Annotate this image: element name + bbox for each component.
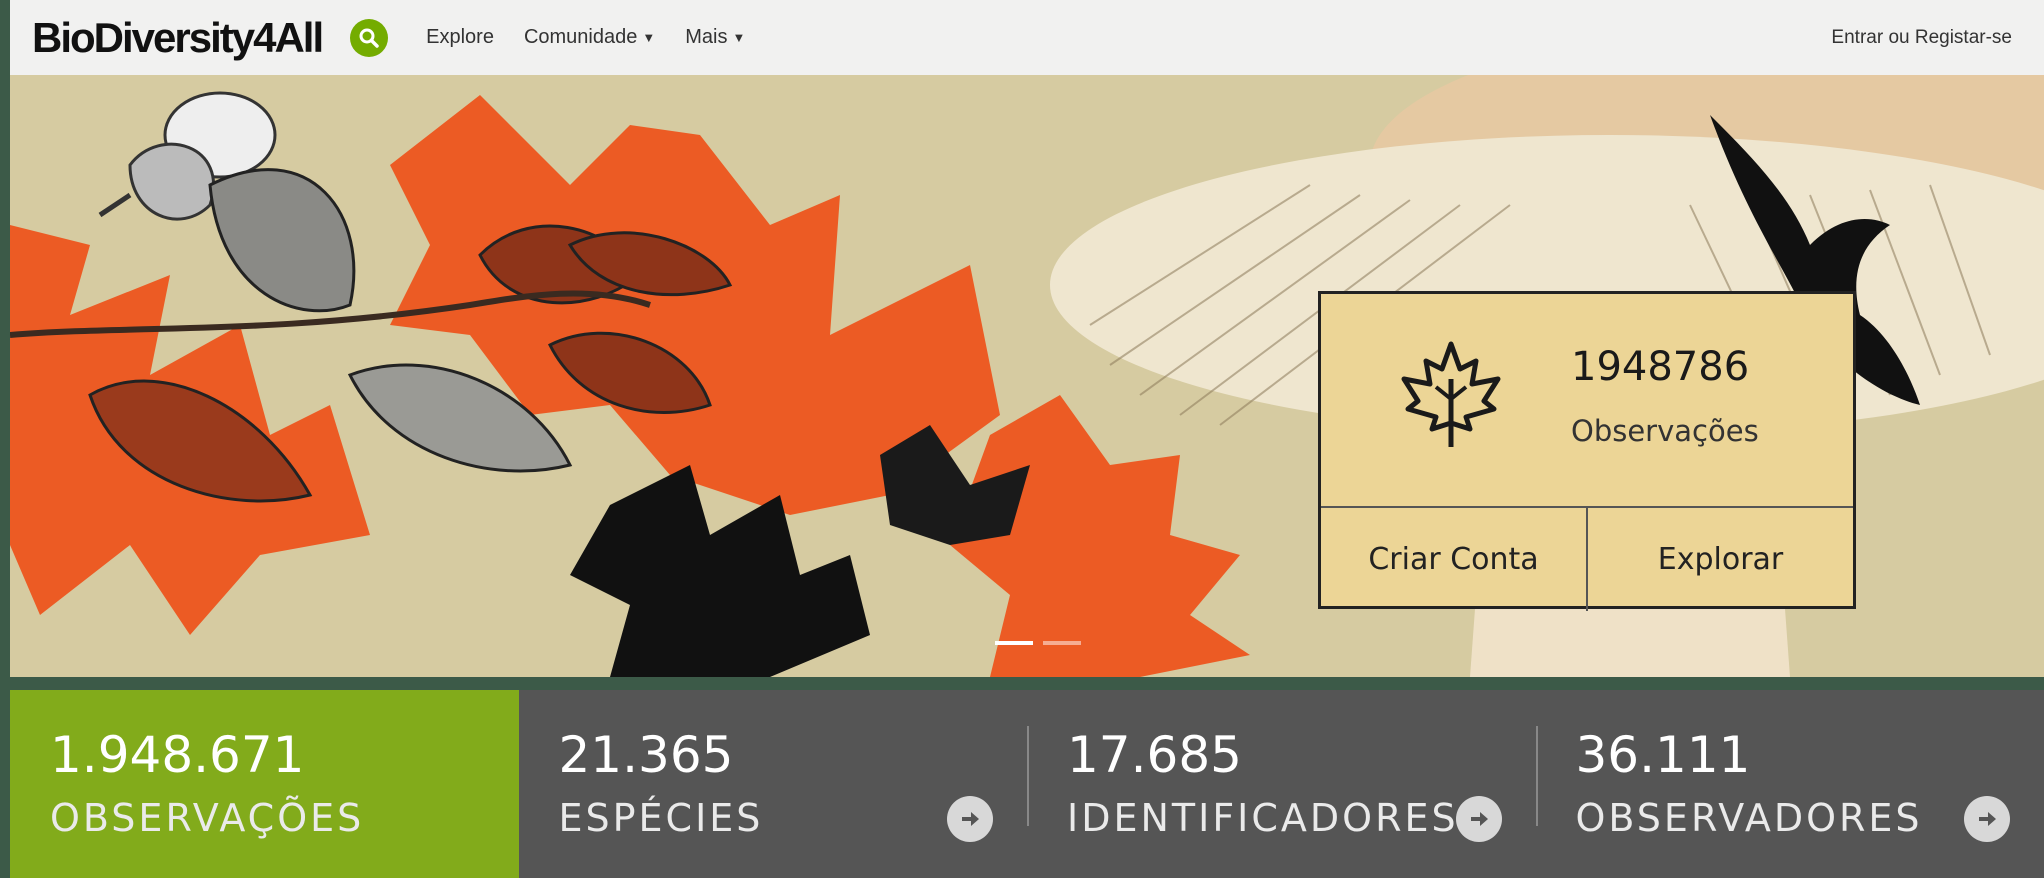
arrow-right-icon[interactable]: [1455, 796, 1502, 842]
nav-mais[interactable]: Mais ▼: [685, 26, 745, 49]
explore-button[interactable]: Explorar: [1588, 508, 1853, 611]
chevron-down-icon: ▼: [642, 30, 656, 45]
chevron-down-icon: ▼: [732, 30, 746, 45]
stat-label: OBSERVAÇÕES: [50, 796, 365, 840]
slider-dots: [995, 641, 1081, 645]
nav-explore-label: Explore: [426, 26, 494, 48]
stat-value: 21.365: [558, 726, 734, 784]
stat-observers[interactable]: 36.111 OBSERVADORES: [1535, 690, 2044, 878]
stat-value: 1.948.671: [50, 726, 305, 784]
arrow-right-icon[interactable]: [947, 796, 993, 842]
top-nav: BioDiversity4All Explore Comunidade ▼ Ma…: [10, 0, 2044, 75]
divider: [1535, 726, 1538, 826]
create-account-button[interactable]: Criar Conta: [1321, 508, 1588, 611]
hero-observation-label: Observações: [1571, 414, 1759, 448]
arrow-right-icon[interactable]: [1964, 796, 2010, 842]
hero-observation-count: 1948786: [1571, 344, 1750, 390]
divider: [1027, 726, 1029, 826]
hero-actions: Criar Conta Explorar: [1321, 506, 1853, 611]
stat-label: IDENTIFICADORES: [1067, 796, 1459, 840]
stat-species[interactable]: 21.365 ESPÉCIES: [519, 690, 1028, 878]
login-link[interactable]: Entrar ou Registar-se: [1831, 27, 2012, 49]
nav-comunidade[interactable]: Comunidade ▼: [524, 26, 655, 49]
slider-dot[interactable]: [995, 641, 1033, 645]
stat-label: ESPÉCIES: [558, 796, 764, 840]
stat-identifiers[interactable]: 17.685 IDENTIFICADORES: [1027, 690, 1536, 878]
stat-observations[interactable]: 1.948.671 OBSERVAÇÕES: [10, 690, 519, 878]
search-icon[interactable]: [350, 18, 389, 57]
stat-value: 17.685: [1067, 726, 1242, 784]
stat-label: OBSERVADORES: [1575, 796, 1923, 840]
hero-banner: 1948786 Observações Criar Conta Explorar: [10, 75, 2044, 677]
site-logo[interactable]: BioDiversity4All: [32, 14, 324, 62]
nav-explore[interactable]: Explore: [426, 26, 494, 49]
slider-dot[interactable]: [1043, 641, 1081, 645]
hero-info-box: 1948786 Observações Criar Conta Explorar: [1318, 291, 1856, 611]
stat-value: 36.111: [1575, 726, 1751, 784]
hero-info-summary: 1948786 Observações: [1321, 294, 1853, 506]
nav-comunidade-label: Comunidade: [523, 26, 638, 48]
nav-mais-label: Mais: [685, 26, 728, 48]
stats-bar: 1.948.671 OBSERVAÇÕES 21.365 ESPÉCIES 17…: [10, 690, 2044, 878]
